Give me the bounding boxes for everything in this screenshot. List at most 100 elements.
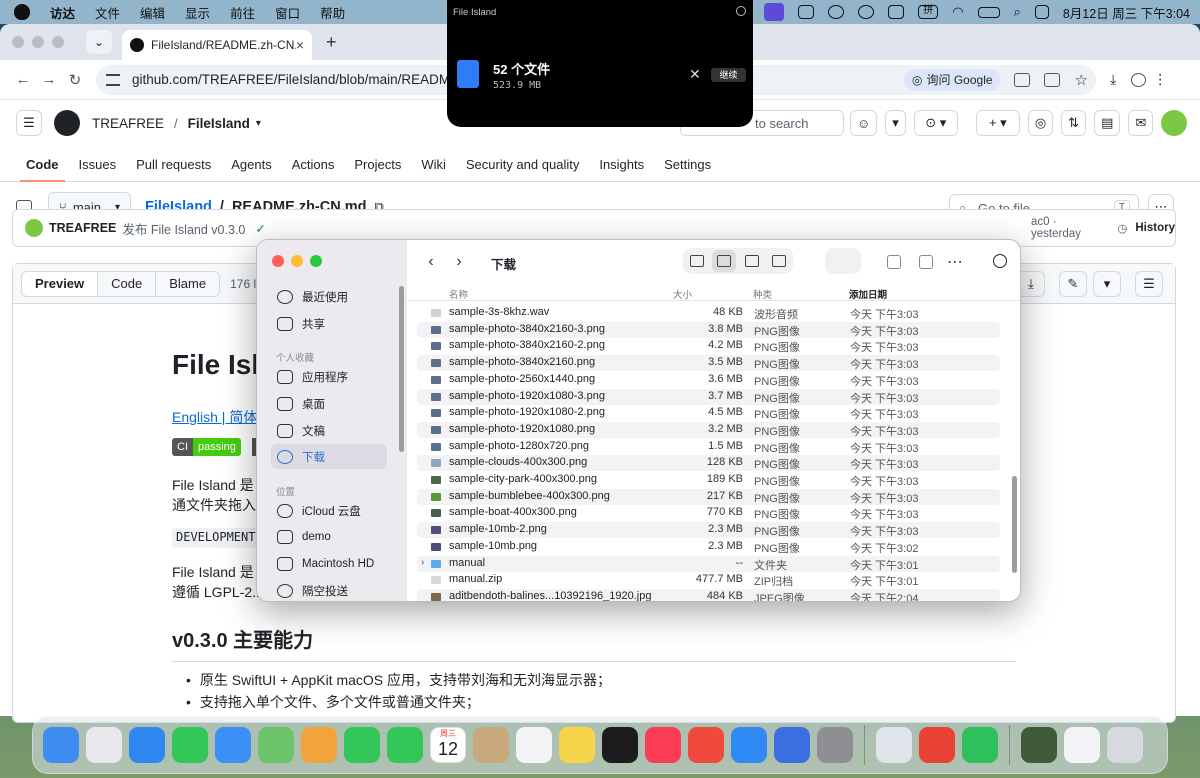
- forward-button[interactable]: →: [36, 71, 62, 88]
- download-icon[interactable]: ⤓: [1110, 71, 1116, 88]
- tab-wiki[interactable]: Wiki: [411, 146, 456, 182]
- commit-message[interactable]: 发布 File Island v0.3.0: [122, 219, 245, 238]
- sidebar-item-downloads[interactable]: 下载: [271, 444, 387, 469]
- zoom-window-button[interactable]: [52, 36, 64, 48]
- tab-projects[interactable]: Projects: [344, 146, 411, 182]
- new-tab-button[interactable]: +: [326, 32, 337, 53]
- check-icon[interactable]: ✓: [255, 221, 265, 236]
- close-tab-icon[interactable]: ×: [296, 37, 304, 53]
- menu-file[interactable]: 文件: [95, 3, 120, 22]
- minimize-window-button[interactable]: [32, 36, 44, 48]
- translate-icon[interactable]: [1013, 72, 1030, 87]
- tv-icon[interactable]: [602, 727, 638, 763]
- ci-badge[interactable]: CI passing: [172, 438, 241, 456]
- rocket-launcher-icon[interactable]: [876, 727, 912, 763]
- close-window-button[interactable]: [272, 255, 284, 267]
- sidebar-item-icloud[interactable]: iCloud 云盘: [271, 498, 387, 523]
- sidebar-item-shared[interactable]: 共享: [271, 311, 387, 336]
- url-text[interactable]: github.com/TREAFREE/FileIsland/blob/main…: [132, 72, 491, 87]
- launchpad-icon[interactable]: [86, 727, 122, 763]
- tab-search-button[interactable]: ⌄: [86, 30, 112, 54]
- continue-button[interactable]: 继续: [711, 68, 746, 82]
- shield-status-icon[interactable]: [858, 5, 875, 19]
- tab-pull-requests[interactable]: Pull requests: [126, 146, 221, 182]
- group-button[interactable]: [825, 248, 861, 274]
- more-menu-icon[interactable]: ⋮: [1153, 71, 1167, 88]
- inbox-icon[interactable]: ✉: [1128, 110, 1154, 136]
- search-icon[interactable]: [993, 254, 1007, 268]
- messages-icon[interactable]: [172, 727, 208, 763]
- menu-help[interactable]: 帮助: [320, 3, 345, 22]
- column-date-added[interactable]: 添加日期: [849, 287, 887, 301]
- wifi-icon[interactable]: ◠: [952, 4, 963, 20]
- simulator-icon[interactable]: [774, 727, 810, 763]
- file-row[interactable]: › manual -- 文件夹 今天 下午3:01: [417, 555, 1000, 572]
- google-lens-button[interactable]: ◎ 询问 Google: [904, 68, 1001, 91]
- mail-icon[interactable]: [215, 727, 251, 763]
- create-new-button[interactable]: + ▾: [975, 110, 1020, 136]
- file-row[interactable]: sample-photo-2560x1440.png 3.6 MB PNG图像 今天 …: [417, 372, 1000, 388]
- sidebar-scrollbar[interactable]: [399, 286, 404, 452]
- file-row[interactable]: sample-photo-3840x2160.png 3.5 MB PNG图像 今天 …: [417, 355, 1000, 372]
- battery-icon[interactable]: [977, 6, 1000, 18]
- edit-caret-icon[interactable]: ▾: [1093, 271, 1121, 297]
- file-row[interactable]: sample-photo-1920x1080-3.png 3.7 MB PNG图像 今…: [417, 388, 1000, 405]
- language-links[interactable]: English | 简体: [172, 407, 257, 427]
- ime-icon[interactable]: 拼: [918, 5, 939, 19]
- music-icon[interactable]: [645, 727, 681, 763]
- menu-window[interactable]: 窗口: [275, 3, 300, 22]
- file-row[interactable]: sample-clouds-400x300.png 128 KB PNG图像 今天 下…: [417, 455, 1000, 472]
- menu-edit[interactable]: 编辑: [140, 3, 165, 22]
- share-icon[interactable]: [887, 255, 901, 269]
- outline-icon[interactable]: ☰: [1135, 271, 1163, 297]
- file-row[interactable]: sample-photo-3840x2160-3.png 3.8 MB PNG图像 今…: [417, 321, 1000, 338]
- calendar-icon[interactable]: 周三 12: [430, 727, 466, 763]
- column-name[interactable]: 名称: [449, 287, 468, 301]
- commit-author-avatar[interactable]: [25, 219, 43, 237]
- maps-icon[interactable]: [258, 727, 294, 763]
- blame-tab[interactable]: Blame: [156, 271, 220, 296]
- settings-icon[interactable]: [817, 727, 853, 763]
- column-size[interactable]: 大小: [673, 287, 692, 301]
- commit-meta[interactable]: ac0 · yesterday: [1031, 216, 1103, 240]
- photos-icon[interactable]: [301, 727, 337, 763]
- appstore-icon[interactable]: [731, 727, 767, 763]
- file-row[interactable]: sample-photo-1920x1080.png 3.2 MB PNG图像 今天 …: [417, 421, 1000, 438]
- tab-issues[interactable]: Issues: [69, 146, 127, 182]
- commit-author[interactable]: TREAFREE: [49, 221, 116, 235]
- file-row[interactable]: sample-bumblebee-400x300.png 217 KB PNG图像 今…: [417, 488, 1000, 505]
- record-status-icon[interactable]: [828, 5, 845, 19]
- rocket-icon[interactable]: [688, 727, 724, 763]
- issues-dropdown-button[interactable]: ⊙ ▾: [913, 110, 958, 136]
- issues-icon[interactable]: ◎: [1027, 110, 1054, 136]
- selected-status-icon[interactable]: [764, 3, 785, 21]
- icon-view-icon[interactable]: [689, 255, 704, 267]
- tab-actions[interactable]: Actions: [282, 146, 345, 182]
- wechat-status-icon[interactable]: [798, 5, 815, 19]
- zoom-window-button[interactable]: [310, 255, 322, 267]
- sidebar-item-documents[interactable]: 文稿: [271, 418, 387, 443]
- tab-agents[interactable]: Agents: [221, 146, 281, 182]
- sidebar-item-applications[interactable]: 应用程序: [271, 364, 387, 389]
- window-thumbnail-icon[interactable]: [1064, 727, 1100, 763]
- tab-code[interactable]: Code: [16, 146, 69, 182]
- column-kind[interactable]: 种类: [753, 287, 772, 301]
- trash-icon[interactable]: [1107, 727, 1143, 763]
- apple-icon[interactable]: [14, 4, 30, 20]
- more-actions-icon[interactable]: ⋯: [947, 252, 963, 272]
- file-row[interactable]: sample-city-park-400x300.png 189 KB PNG图像 今…: [417, 472, 1000, 488]
- thumbnail-icon[interactable]: [1021, 727, 1057, 763]
- file-list-scrollbar[interactable]: [1012, 476, 1017, 573]
- safari-icon[interactable]: [129, 727, 165, 763]
- reminders-icon[interactable]: [516, 727, 552, 763]
- bookmark-star-icon[interactable]: ☆: [1075, 71, 1088, 89]
- hamburger-menu-button[interactable]: ☰: [16, 110, 42, 136]
- sidebar-item-airdrop[interactable]: 隔空投送: [271, 578, 387, 601]
- facetime-icon[interactable]: [344, 727, 380, 763]
- reload-button[interactable]: ↻: [62, 71, 88, 89]
- file-island-notification[interactable]: File Island 52 个文件 523.9 MB ✕ 继续: [447, 0, 753, 127]
- tab-security[interactable]: Security and quality: [456, 146, 589, 182]
- back-button[interactable]: ‹: [417, 250, 445, 276]
- repo-name-link[interactable]: FileIsland: [188, 116, 250, 131]
- repo-menu-caret-icon[interactable]: ▾: [256, 118, 261, 129]
